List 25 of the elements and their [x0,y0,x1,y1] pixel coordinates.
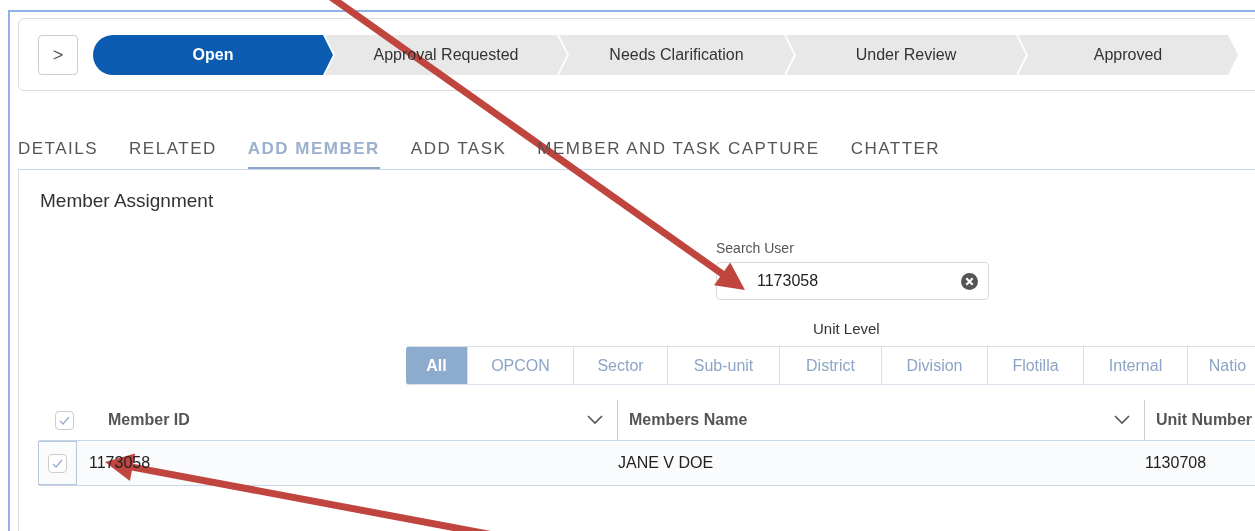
expand-button[interactable]: > [38,34,78,75]
path-stage[interactable]: Needs Clarification [559,34,794,75]
column-header[interactable]: Unit Number [1156,408,1252,432]
chevron-down-icon[interactable] [1114,415,1130,425]
path-stage[interactable]: Under Review [786,34,1026,75]
panel-title: Member Assignment [40,189,214,213]
check-icon [52,458,63,468]
tab[interactable]: CHATTER [850,131,941,169]
select-all-checkbox[interactable] [54,410,74,430]
field-label: Search User [716,239,794,258]
table-cell-text: JANE V DOE [617,453,715,473]
path-stage[interactable]: Open [93,34,333,75]
column-header[interactable]: Members Name [629,408,1114,432]
chevron-down-icon[interactable] [587,415,603,425]
tab[interactable]: RELATED [129,131,217,169]
table-cell-text: 1130708 [1144,453,1208,473]
group-label: Unit Level [813,319,880,339]
row-checkbox[interactable] [48,453,67,473]
tab[interactable]: DETAILS [18,131,99,169]
path-stage[interactable]: Approved [1018,34,1238,75]
column-header[interactable]: Member ID [108,408,587,432]
tab[interactable]: ADD TASK [410,131,507,169]
search-field[interactable]: 1173058 [716,262,989,300]
clear-icon[interactable] [961,272,978,290]
check-icon [58,415,70,425]
